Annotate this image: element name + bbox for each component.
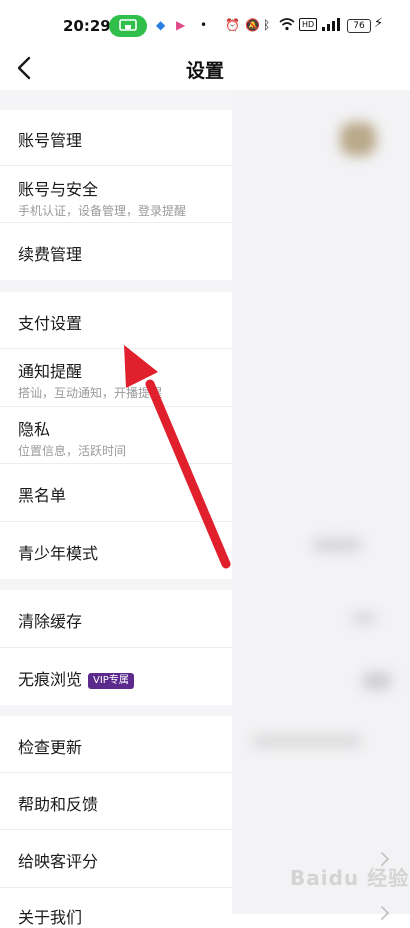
more-notifications-icon: • bbox=[200, 18, 208, 32]
settings-item-label-wrap: 无痕浏览 VIP专属 bbox=[18, 666, 134, 690]
settings-item-label: 给映客评分 bbox=[18, 852, 99, 871]
settings-item-payment-settings[interactable]: 支付设置 bbox=[0, 292, 232, 349]
chevron-right-icon bbox=[381, 906, 390, 920]
settings-item-about-us[interactable]: 关于我们 bbox=[0, 888, 232, 927]
settings-item-subtitle: 搭讪，互动通知，开播提醒 bbox=[18, 386, 163, 400]
settings-item-label: 隐私 bbox=[18, 420, 51, 439]
alarm-icon: ⏰ bbox=[225, 18, 240, 32]
nav-header: 设置 bbox=[0, 50, 410, 90]
settings-item-label: 支付设置 bbox=[18, 314, 83, 333]
settings-item-check-updates[interactable]: 检查更新 bbox=[0, 716, 232, 773]
cast-icon bbox=[119, 19, 137, 31]
battery-indicator: 76 bbox=[347, 19, 371, 33]
video-app-icon: ▶ bbox=[176, 18, 186, 32]
settings-item-incognito-browsing[interactable]: 无痕浏览 VIP专属 bbox=[0, 648, 232, 705]
screen-cast-indicator[interactable] bbox=[109, 15, 147, 37]
settings-group-storage: 清除缓存 无痕浏览 VIP专属 bbox=[0, 590, 232, 705]
wifi-icon bbox=[279, 18, 295, 34]
watermark: Baidu 经验 bbox=[290, 862, 409, 891]
settings-item-notifications[interactable]: 通知提醒 搭讪，互动通知，开播提醒 bbox=[0, 349, 232, 407]
settings-item-help-feedback[interactable]: 帮助和反馈 bbox=[0, 773, 232, 830]
settings-content: 账号管理 账号与安全 手机认证，设备管理，登录提醒 续费管理 支付设置 通知提醒… bbox=[0, 90, 410, 927]
mute-icon: 🔕 bbox=[245, 18, 260, 32]
hd-icon: HD bbox=[299, 18, 318, 31]
settings-item-label: 账号管理 bbox=[18, 131, 83, 150]
settings-item-account-management[interactable]: 账号管理 bbox=[0, 110, 232, 166]
settings-item-renewal-management[interactable]: 续费管理 bbox=[0, 223, 232, 280]
settings-item-label: 清除缓存 bbox=[18, 612, 83, 631]
blurred-preview-area bbox=[232, 90, 410, 914]
settings-group-about: 检查更新 帮助和反馈 给映客评分 关于我们 bbox=[0, 716, 232, 927]
settings-item-label: 黑名单 bbox=[18, 486, 67, 505]
settings-item-label: 通知提醒 bbox=[18, 362, 83, 381]
settings-item-label: 无痕浏览 bbox=[18, 670, 83, 689]
settings-item-blacklist[interactable]: 黑名单 bbox=[0, 464, 232, 522]
settings-item-subtitle: 位置信息，活跃时间 bbox=[18, 444, 127, 458]
settings-item-label: 关于我们 bbox=[18, 908, 83, 927]
settings-item-clear-cache[interactable]: 清除缓存 bbox=[0, 590, 232, 648]
settings-item-account-security[interactable]: 账号与安全 手机认证，设备管理，登录提醒 bbox=[0, 166, 232, 223]
settings-group-general: 支付设置 通知提醒 搭讪，互动通知，开播提醒 隐私 位置信息，活跃时间 黑名单 … bbox=[0, 292, 232, 579]
settings-item-privacy[interactable]: 隐私 位置信息，活跃时间 bbox=[0, 407, 232, 464]
settings-item-teen-mode[interactable]: 青少年模式 bbox=[0, 522, 232, 579]
settings-item-label: 帮助和反馈 bbox=[18, 795, 99, 814]
settings-item-label: 续费管理 bbox=[18, 245, 83, 264]
settings-item-label: 检查更新 bbox=[18, 738, 83, 757]
vip-badge: VIP专属 bbox=[88, 673, 134, 689]
status-time: 20:29 bbox=[63, 17, 111, 35]
settings-group-account: 账号管理 账号与安全 手机认证，设备管理，登录提醒 续费管理 bbox=[0, 110, 232, 280]
watermark-text: Baidu 经验 bbox=[290, 866, 410, 890]
settings-item-label: 账号与安全 bbox=[18, 180, 99, 199]
page-title: 设置 bbox=[185, 60, 224, 82]
settings-item-label: 青少年模式 bbox=[18, 544, 99, 563]
app-notification-icon: ◆ bbox=[156, 18, 166, 32]
settings-item-rate-app[interactable]: 给映客评分 bbox=[0, 830, 232, 888]
status-bar: 20:29 ◆ ▶ • ⏰ 🔕 ᛒ HD 76 ⚡ bbox=[0, 0, 410, 50]
signal-icon bbox=[322, 18, 340, 34]
charging-icon: ⚡ bbox=[374, 16, 384, 31]
settings-item-subtitle: 手机认证，设备管理，登录提醒 bbox=[18, 204, 187, 218]
bluetooth-icon: ᛒ bbox=[263, 18, 271, 32]
